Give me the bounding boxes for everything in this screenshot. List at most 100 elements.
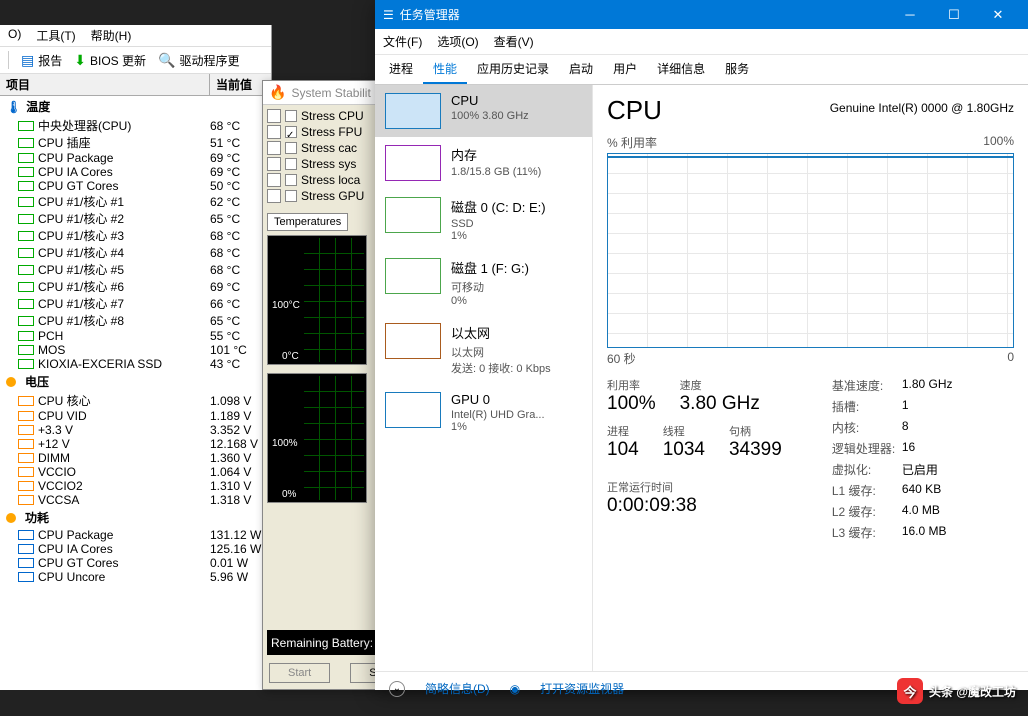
aida-toolbar: ▤报告 ⬇BIOS 更新 🔍驱动程序更 <box>0 47 271 74</box>
sensor-row[interactable]: CPU Package131.12 W <box>0 528 271 542</box>
spec-row: 虚拟化:已启用 <box>832 461 953 478</box>
sensor-icon <box>18 396 34 406</box>
toutiao-icon: 今 <box>897 678 923 704</box>
spec-row: L2 缓存:4.0 MB <box>832 503 953 520</box>
stress-option[interactable]: Stress CPU <box>267 109 367 123</box>
sensor-row[interactable]: VCCIO1.064 V <box>0 465 271 479</box>
sensor-row[interactable]: CPU VID1.189 V <box>0 409 271 423</box>
spec-row: 逻辑处理器:16 <box>832 440 953 457</box>
menu-tools[interactable]: 工具(T) <box>36 27 75 44</box>
sensor-row[interactable]: CPU #1/核心 #865 °C <box>0 312 271 329</box>
sensor-row[interactable]: CPU #1/核心 #766 °C <box>0 295 271 312</box>
sensor-row[interactable]: 中央处理器(CPU)68 °C <box>0 117 271 134</box>
stability-title-text: System Stabilit <box>291 86 370 100</box>
sensor-icon <box>18 495 34 505</box>
sensor-row[interactable]: CPU IA Cores69 °C <box>0 165 271 179</box>
stress-option[interactable]: Stress sys <box>267 157 367 171</box>
perf-thumb <box>385 258 441 294</box>
perf-item-cpu[interactable]: CPU100% 3.80 GHz <box>375 85 592 137</box>
perf-item-gpu[interactable]: GPU 0Intel(R) UHD Gra...1% <box>375 384 592 441</box>
perf-item-eth[interactable]: 以太网以太网发送: 0 接收: 0 Kbps <box>375 315 592 384</box>
start-button[interactable]: Start <box>269 663 330 683</box>
minimize-button[interactable]: ─ <box>888 7 932 22</box>
sensor-row[interactable]: PCH55 °C <box>0 329 271 343</box>
driver-update-button[interactable]: 🔍驱动程序更 <box>158 52 239 69</box>
menu-options[interactable]: 选项(O) <box>437 33 478 50</box>
tab-3[interactable]: 启动 <box>559 55 603 84</box>
sensor-row[interactable]: CPU #1/核心 #162 °C <box>0 193 271 210</box>
tab-6[interactable]: 服务 <box>715 55 759 84</box>
perf-item-mem[interactable]: 内存1.8/15.8 GB (11%) <box>375 137 592 189</box>
header-item[interactable]: 项目 <box>0 74 210 95</box>
sensor-icon <box>18 248 34 258</box>
stress-option[interactable]: Stress cac <box>267 141 367 155</box>
resource-monitor-link[interactable]: 打开资源监视器 <box>540 680 624 697</box>
sensor-row[interactable]: CPU #1/核心 #669 °C <box>0 278 271 295</box>
tm-titlebar[interactable]: ☰ 任务管理器 ─ ☐ ✕ <box>375 0 1028 29</box>
sensor-row[interactable]: CPU 插座51 °C <box>0 134 271 151</box>
sensor-row[interactable]: CPU #1/核心 #368 °C <box>0 227 271 244</box>
bios-update-button[interactable]: ⬇BIOS 更新 <box>74 52 146 69</box>
aida-menubar[interactable]: O) 工具(T) 帮助(H) <box>0 25 271 47</box>
sensor-row[interactable]: +12 V12.168 V <box>0 437 271 451</box>
checkbox[interactable] <box>285 158 297 170</box>
sensor-icon <box>18 316 34 326</box>
sensor-row[interactable]: CPU Uncore5.96 W <box>0 570 271 584</box>
sensor-row[interactable]: VCCIO21.310 V <box>0 479 271 493</box>
sensor-row[interactable]: CPU 核心1.098 V <box>0 392 271 409</box>
stat: 速度3.80 GHz <box>680 377 760 415</box>
temperatures-tab[interactable]: Temperatures <box>267 213 348 231</box>
sensor-row[interactable]: CPU GT Cores50 °C <box>0 179 271 193</box>
sensor-icon <box>18 481 34 491</box>
sensor-row[interactable]: CPU #1/核心 #265 °C <box>0 210 271 227</box>
close-button[interactable]: ✕ <box>976 7 1020 23</box>
tm-menubar[interactable]: 文件(F) 选项(O) 查看(V) <box>375 29 1028 55</box>
checkbox[interactable] <box>285 126 297 138</box>
stress-option[interactable]: Stress GPU <box>267 189 367 203</box>
perf-item-disk[interactable]: 磁盘 1 (F: G:)可移动0% <box>375 250 592 315</box>
perf-item-disk[interactable]: 磁盘 0 (C: D: E:)SSD1% <box>375 189 592 250</box>
sensor-row[interactable]: KIOXIA-EXCERIA SSD43 °C <box>0 357 271 371</box>
sensor-row[interactable]: CPU GT Cores0.01 W <box>0 556 271 570</box>
tab-5[interactable]: 详细信息 <box>647 55 715 84</box>
aida-sensor-list[interactable]: 🌡温度 中央处理器(CPU)68 °CCPU 插座51 °CCPU Packag… <box>0 96 271 696</box>
stress-option[interactable]: Stress loca <box>267 173 367 187</box>
tab-2[interactable]: 应用历史记录 <box>467 55 559 84</box>
menu-view[interactable]: 查看(V) <box>494 33 534 50</box>
sensor-icon <box>18 265 34 275</box>
tab-4[interactable]: 用户 <box>603 55 647 84</box>
stress-option[interactable]: Stress FPU <box>267 125 367 139</box>
perf-thumb <box>385 323 441 359</box>
menu-file[interactable]: 文件(F) <box>383 33 422 50</box>
perf-thumb <box>385 392 441 428</box>
tm-tabs[interactable]: 进程性能应用历史记录启动用户详细信息服务 <box>375 55 1028 85</box>
sensor-icon <box>18 231 34 241</box>
group-power: 功耗 <box>0 507 271 528</box>
tab-0[interactable]: 进程 <box>379 55 423 84</box>
report-button[interactable]: ▤报告 <box>21 52 62 69</box>
sensor-icon <box>18 331 34 341</box>
checkbox[interactable] <box>285 142 297 154</box>
menu-o[interactable]: O) <box>8 27 21 44</box>
sensor-row[interactable]: +3.3 V3.352 V <box>0 423 271 437</box>
sensor-row[interactable]: DIMM1.360 V <box>0 451 271 465</box>
sensor-row[interactable]: CPU #1/核心 #468 °C <box>0 244 271 261</box>
sensor-row[interactable]: MOS101 °C <box>0 343 271 357</box>
checkbox[interactable] <box>285 174 297 186</box>
maximize-button[interactable]: ☐ <box>932 7 976 23</box>
sensor-row[interactable]: CPU #1/核心 #568 °C <box>0 261 271 278</box>
performance-sidebar[interactable]: CPU100% 3.80 GHz内存1.8/15.8 GB (11%)磁盘 0 … <box>375 85 593 671</box>
bolt-icon <box>6 377 16 387</box>
sensor-row[interactable]: CPU IA Cores125.16 W <box>0 542 271 556</box>
checkbox[interactable] <box>285 190 297 202</box>
stress-icon <box>267 189 281 203</box>
cpu-graph[interactable] <box>607 153 1014 348</box>
checkbox[interactable] <box>285 110 297 122</box>
sensor-row[interactable]: VCCSA1.318 V <box>0 493 271 507</box>
chevron-down-icon[interactable]: ⌄ <box>389 681 405 697</box>
sensor-row[interactable]: CPU Package69 °C <box>0 151 271 165</box>
menu-help[interactable]: 帮助(H) <box>91 27 132 44</box>
brief-info-link[interactable]: 简略信息(D) <box>425 680 490 697</box>
tab-1[interactable]: 性能 <box>423 55 467 84</box>
sensor-icon <box>18 167 34 177</box>
